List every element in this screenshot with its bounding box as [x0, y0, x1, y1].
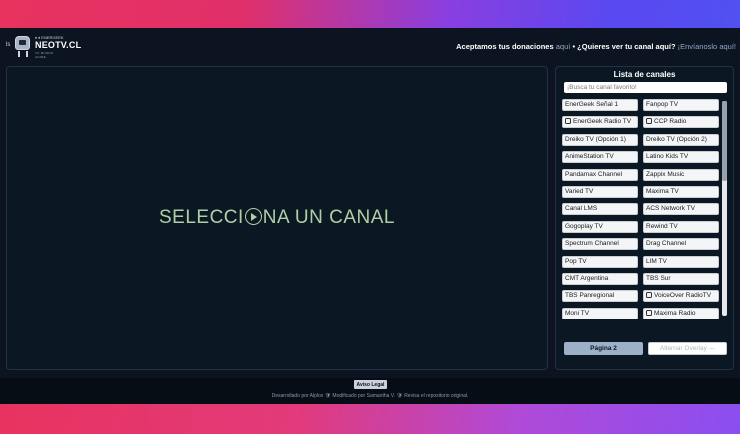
- channel-label: Gogoplay TV: [565, 222, 603, 230]
- channel-item[interactable]: Maxima Radio: [643, 307, 719, 319]
- radio-icon: [646, 292, 652, 299]
- channel-label: Fanpop TV: [646, 101, 679, 108]
- play-icon: [244, 208, 262, 225]
- channel-item[interactable]: CMT Argentina: [562, 273, 638, 285]
- channel-label: Rewind TV: [646, 222, 678, 230]
- channel-label: Pop TV: [565, 257, 587, 265]
- channel-item[interactable]: AnimeStation TV: [562, 151, 638, 164]
- channel-label: EnerGeek Radio TV: [573, 118, 632, 126]
- channel-label: Maxima TV: [646, 188, 679, 195]
- channel-item[interactable]: CCP Radio: [643, 116, 719, 129]
- channel-item[interactable]: LIM TV: [643, 255, 719, 268]
- channel-item[interactable]: Canal LMS: [562, 203, 638, 216]
- toggle-overlay-button[interactable]: Alternar Overlay ---: [648, 342, 727, 355]
- channel-item[interactable]: Dreiko TV (Opción 2): [643, 133, 719, 146]
- donations-link[interactable]: aquí: [556, 42, 571, 51]
- channel-label: Varied TV: [565, 188, 594, 195]
- legal-notice-button[interactable]: Aviso Legal: [354, 380, 387, 389]
- radio-icon: [646, 309, 652, 316]
- channel-label: CCP Radio: [654, 118, 687, 126]
- channel-item[interactable]: TBS Sur: [643, 273, 719, 285]
- channel-item[interactable]: ACS Network TV: [643, 203, 719, 216]
- channel-label: Pandamax Channel: [565, 170, 623, 178]
- channel-search-input[interactable]: [564, 82, 727, 93]
- channel-item[interactable]: Latino Kids TV: [643, 151, 719, 164]
- app-window: ls ♦ ♦ ENERGEEK NEOTV.CL TU MUNDO ANIME …: [0, 28, 740, 404]
- channel-list: EnerGeek Señal 1 Fanpop TV EnerGeek Radio …: [562, 99, 728, 319]
- tv-mascot-icon: [15, 36, 30, 50]
- radio-icon: [565, 118, 571, 125]
- radio-icon: [646, 118, 652, 125]
- channel-label: CMT Argentina: [565, 275, 609, 282]
- channel-item[interactable]: Zappix Music: [643, 168, 719, 181]
- channel-label: Canal LMS: [565, 205, 598, 213]
- channel-label: VoiceOver RadioTV: [654, 292, 712, 300]
- channel-item[interactable]: Spectrum Channel: [562, 238, 638, 251]
- channel-item[interactable]: Moni TV: [562, 307, 638, 319]
- channel-label: Drag Channel: [646, 240, 687, 248]
- channel-item[interactable]: Pop TV: [562, 255, 638, 268]
- channel-item[interactable]: VoiceOver RadioTV: [643, 290, 719, 303]
- channel-label: TBS Panregional: [565, 292, 615, 300]
- channel-question: ¿Quieres ver tu canal aquí?: [577, 42, 676, 51]
- header-links: Aceptamos tus donaciones aquí • ¿Quieres…: [456, 42, 736, 51]
- channel-sidebar: Lista de canales EnerGeek Señal 1 Fanpop …: [555, 66, 734, 370]
- page-2-button[interactable]: Página 2: [564, 342, 643, 355]
- channel-item[interactable]: Fanpop TV: [643, 99, 719, 111]
- footer-credits: Desarrollado por Alplox 🛡 Modificado por…: [271, 393, 469, 399]
- channel-label: Dreiko TV (Opción 2): [646, 135, 707, 143]
- logo-slogan: TU MUNDO ANIME: [35, 51, 54, 59]
- footer: Aviso Legal Desarrollado por Alplox 🛡 Mo…: [0, 378, 740, 404]
- channel-label: Zappix Music: [646, 170, 685, 178]
- site-logo[interactable]: ls ♦ ♦ ENERGEEK NEOTV.CL TU MUNDO ANIME: [6, 34, 81, 60]
- channel-label: Moni TV: [565, 309, 590, 317]
- channel-label: AnimeStation TV: [565, 153, 614, 161]
- mascot-legs-icon: [18, 51, 28, 57]
- channel-label: Spectrum Channel: [565, 240, 619, 248]
- scrollbar-thumb[interactable]: [722, 101, 727, 181]
- placeholder-text-start: SELECCI: [158, 207, 244, 228]
- channel-label: ACS Network TV: [646, 205, 696, 213]
- channel-item[interactable]: Varied TV: [562, 186, 638, 198]
- channel-item[interactable]: Maxima TV: [643, 186, 719, 198]
- channel-label: LIM TV: [646, 257, 667, 265]
- header: ls ♦ ♦ ENERGEEK NEOTV.CL TU MUNDO ANIME …: [0, 28, 740, 64]
- donations-text: Aceptamos tus donaciones: [456, 42, 554, 51]
- channel-label: Maxima Radio: [654, 309, 696, 317]
- logo-brand: NEOTV.CL: [35, 40, 82, 50]
- channel-label: TBS Sur: [646, 275, 671, 282]
- channel-item[interactable]: EnerGeek Radio TV: [562, 116, 638, 129]
- logo-prefix: ls: [6, 42, 11, 48]
- channel-item[interactable]: Dreiko TV (Opción 1): [562, 133, 638, 146]
- channel-item[interactable]: Gogoplay TV: [562, 220, 638, 233]
- channel-item[interactable]: EnerGeek Señal 1: [562, 99, 638, 111]
- channel-item[interactable]: Rewind TV: [643, 220, 719, 233]
- channel-item[interactable]: TBS Panregional: [562, 290, 638, 303]
- player-placeholder: SELECCI NA UN CANAL: [7, 207, 547, 229]
- channel-item[interactable]: Drag Channel: [643, 238, 719, 251]
- channel-label: EnerGeek Señal 1: [565, 101, 619, 108]
- sidebar-title: Lista de canales: [613, 70, 676, 79]
- channel-list-scrollbar[interactable]: [722, 101, 727, 316]
- channel-label: Dreiko TV (Opción 1): [565, 135, 626, 143]
- send-channel-link[interactable]: ¡Envíanoslo aquí!: [678, 42, 736, 51]
- video-player[interactable]: SELECCI NA UN CANAL: [6, 66, 548, 370]
- channel-item[interactable]: Pandamax Channel: [562, 168, 638, 181]
- channel-label: Latino Kids TV: [646, 153, 689, 161]
- background-gradient-bottom: [0, 404, 740, 434]
- placeholder-text-end: NA UN CANAL: [262, 207, 395, 228]
